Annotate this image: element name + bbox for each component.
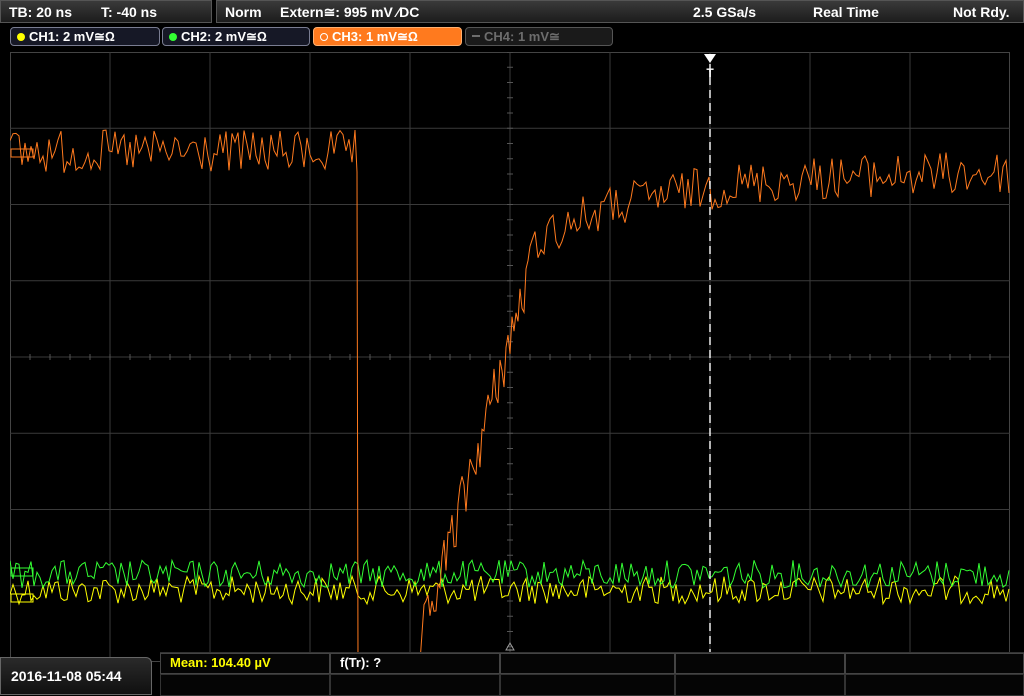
trigger-source-label[interactable]: Extern≅: 995 mV ∕DC [280,1,419,23]
trigger-time-label[interactable]: T: -40 ns [101,1,157,23]
trigger-label: T [706,66,714,80]
channel-4-label: CH4: 1 mV≅ [484,29,560,44]
measurement-cell[interactable] [675,653,845,674]
datetime-display: 2016-11-08 05:44 [0,657,152,695]
measurement-cell[interactable] [845,674,1024,696]
timebase-panel[interactable]: TB: 20 ns T: -40 ns [0,0,212,23]
measurement-cell[interactable] [675,674,845,696]
channel-4-button[interactable]: CH4: 1 mV≅ [465,27,613,46]
ftr-measurement: f(Tr): ? [340,655,382,670]
status-bar: TB: 20 ns T: -40 ns Norm Extern≅: 995 mV… [0,0,1024,24]
measurement-cell[interactable] [500,653,675,674]
channel-3-button[interactable]: CH3: 1 mV≅Ω [313,27,462,46]
measurement-cell[interactable] [500,674,675,696]
channel-2-label: CH2: 2 mV≅Ω [181,29,267,44]
measurement-cell[interactable] [330,674,500,696]
mean-measurement: Mean: 104.40 µV [170,655,271,670]
acquisition-type-label[interactable]: Real Time [813,1,879,23]
channel-1-label: CH1: 2 mV≅Ω [29,29,115,44]
run-status-label: Not Rdy. [953,4,1010,20]
measurement-bar: Mean: 104.40 µV f(Tr): ? [160,652,1024,696]
measurement-cell[interactable] [845,653,1024,674]
waveform-display[interactable]: T [10,52,1010,662]
channel-3-label: CH3: 1 mV≅Ω [332,29,418,44]
channel-dot-icon [17,33,25,41]
sample-rate-label[interactable]: 2.5 GSa/s [693,1,756,23]
channel-dot-icon [320,33,328,41]
trigger-position-icon [704,54,716,63]
channel-dot-icon [169,33,177,41]
acquisition-panel[interactable]: Norm Extern≅: 995 mV ∕DC 2.5 GSa/s Real … [216,0,1024,23]
measurement-cell[interactable] [160,674,330,696]
trigger-mode-label[interactable]: Norm [225,1,262,23]
timebase-label[interactable]: TB: 20 ns [9,1,72,23]
waveform-svg: T [10,52,1010,662]
channel-2-button[interactable]: CH2: 2 mV≅Ω [162,27,310,46]
channel-off-icon [472,35,480,37]
channel-bar: CH1: 2 mV≅Ω CH2: 2 mV≅Ω CH3: 1 mV≅Ω CH4:… [0,26,1024,48]
channel-1-button[interactable]: CH1: 2 mV≅Ω [10,27,160,46]
graticule [10,52,1010,662]
